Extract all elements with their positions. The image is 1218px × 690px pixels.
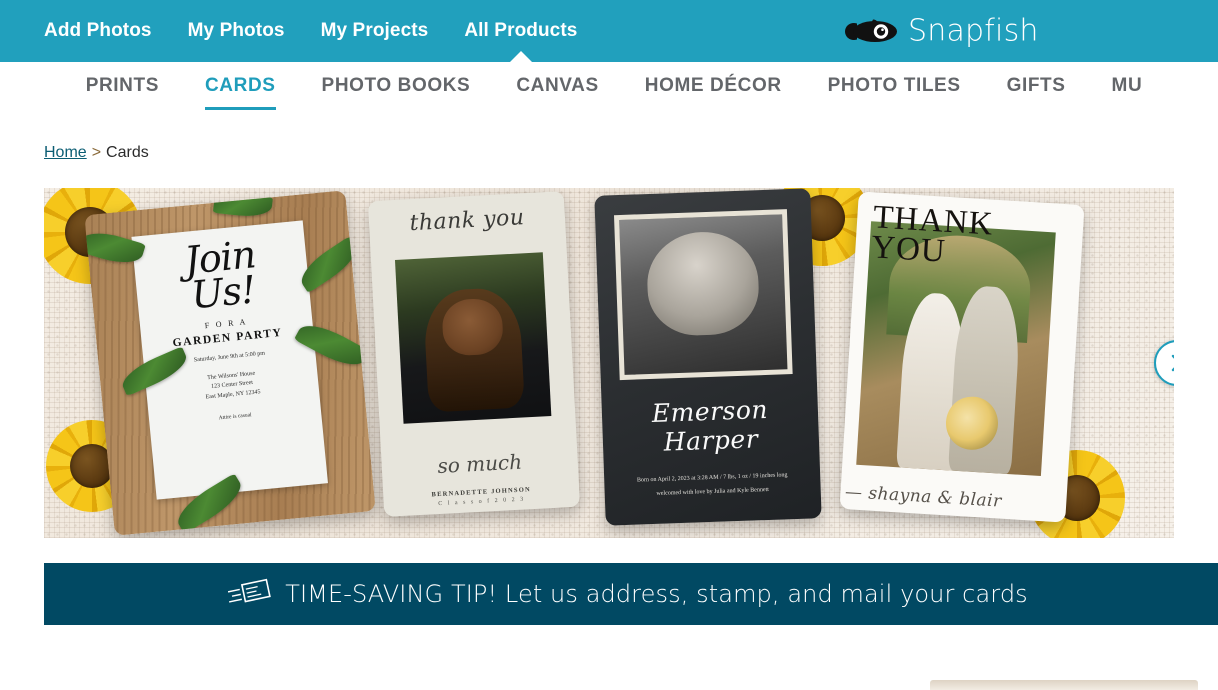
utility-nav: Add Photos My Photos My Projects All Pro… bbox=[0, 0, 577, 62]
breadcrumb: Home > Cards bbox=[0, 122, 1218, 162]
invite-occasion: GARDEN PARTY bbox=[172, 326, 284, 350]
invite-attire: Attire is casual bbox=[218, 412, 252, 422]
hero-card-wedding-thank-you[interactable]: THANK YOU — shayna & blair bbox=[839, 191, 1085, 523]
tip-banner-text: TIME-SAVING TIP! Let us address, stamp, … bbox=[285, 580, 1028, 608]
invite-for-a: F O R A bbox=[204, 316, 248, 330]
cat-label: PRINTS bbox=[85, 75, 159, 96]
card4-signature: — shayna & blair bbox=[844, 482, 1003, 512]
tab-home-decor[interactable]: HOME DÉCOR bbox=[645, 75, 782, 113]
hero-card-garden-party-invitation[interactable]: Join Us! F O R A GARDEN PARTY Saturday, … bbox=[84, 190, 376, 536]
topnav-item-all-products[interactable]: All Products bbox=[464, 0, 577, 62]
hero-card-birth-announcement[interactable]: Emerson Harper Born on April 2, 2023 at … bbox=[594, 188, 822, 526]
card3-baby-name: Emerson Harper bbox=[651, 394, 769, 457]
card2-bottom-script: so much bbox=[436, 449, 523, 479]
topnav-label: Add Photos bbox=[44, 20, 152, 41]
topnav-item-add-photos[interactable]: Add Photos bbox=[44, 0, 152, 62]
card3-detail-line1: Born on April 2, 2023 at 3:28 AM / 7 lbs… bbox=[636, 472, 788, 484]
dropdown-caret-icon bbox=[509, 51, 532, 62]
topnav-label: All Products bbox=[464, 20, 578, 41]
active-tab-underline bbox=[204, 107, 276, 110]
hero-card-graduation-thank-you[interactable]: thank you so much BERNADETTE JOHNSON C l… bbox=[367, 191, 581, 517]
peek-product-card[interactable] bbox=[930, 680, 1198, 690]
cat-label: CARDS bbox=[204, 75, 276, 96]
logo-wordmark: Snapfish bbox=[908, 13, 1039, 49]
cat-label: MU bbox=[1111, 75, 1143, 96]
envelope-mail-icon bbox=[228, 578, 272, 603]
utility-top-bar: Add Photos My Photos My Projects All Pro… bbox=[0, 0, 1218, 62]
cat-label: PHOTO TILES bbox=[827, 75, 961, 96]
breadcrumb-current: Cards bbox=[106, 144, 149, 161]
tab-cards[interactable]: CARDS bbox=[204, 75, 276, 113]
tab-photo-books[interactable]: PHOTO BOOKS bbox=[322, 75, 471, 113]
breadcrumb-home-link[interactable]: Home bbox=[44, 144, 87, 162]
card3-birth-details: Born on April 2, 2023 at 3:28 AM / 7 lbs… bbox=[617, 469, 808, 503]
tab-mugs-truncated[interactable]: MU bbox=[1112, 75, 1143, 113]
card3-detail-line2: welcomed with love by Julia and Kyle Ben… bbox=[656, 487, 770, 498]
topnav-label: My Projects bbox=[320, 20, 429, 41]
invite-script-line2: Us! bbox=[189, 267, 258, 317]
cat-label: HOME DÉCOR bbox=[644, 75, 782, 96]
card4-thank-you-heading: THANK YOU bbox=[870, 199, 994, 271]
category-nav: PRINTS CARDS PHOTO BOOKS CANVAS HOME DÉC… bbox=[0, 62, 1218, 122]
tab-gifts[interactable]: GIFTS bbox=[1007, 75, 1066, 113]
tab-photo-tiles[interactable]: PHOTO TILES bbox=[828, 75, 961, 113]
below-fold-content-peek bbox=[0, 668, 1218, 690]
snapfish-logo[interactable]: Snapfish bbox=[843, 14, 1039, 49]
cat-label: GIFTS bbox=[1006, 75, 1066, 96]
tab-prints[interactable]: PRINTS bbox=[86, 75, 159, 113]
cat-label: CANVAS bbox=[516, 75, 599, 96]
fish-logo-icon bbox=[845, 19, 897, 42]
chevron-right-icon bbox=[1171, 354, 1174, 372]
cat-label: PHOTO BOOKS bbox=[321, 75, 471, 96]
topnav-label: My Photos bbox=[187, 20, 285, 41]
tab-canvas[interactable]: CANVAS bbox=[516, 75, 598, 113]
card2-photo bbox=[394, 252, 552, 425]
hero-carousel[interactable]: Join Us! F O R A GARDEN PARTY Saturday, … bbox=[44, 188, 1174, 538]
breadcrumb-separator: > bbox=[91, 144, 102, 161]
card3-photo bbox=[614, 208, 793, 380]
invite-date: Saturday, June 9th at 5:00 pm bbox=[193, 350, 266, 364]
topnav-item-my-projects[interactable]: My Projects bbox=[321, 0, 429, 62]
time-saving-tip-banner[interactable]: TIME-SAVING TIP! Let us address, stamp, … bbox=[44, 563, 1218, 625]
topnav-item-my-photos[interactable]: My Photos bbox=[188, 0, 285, 62]
